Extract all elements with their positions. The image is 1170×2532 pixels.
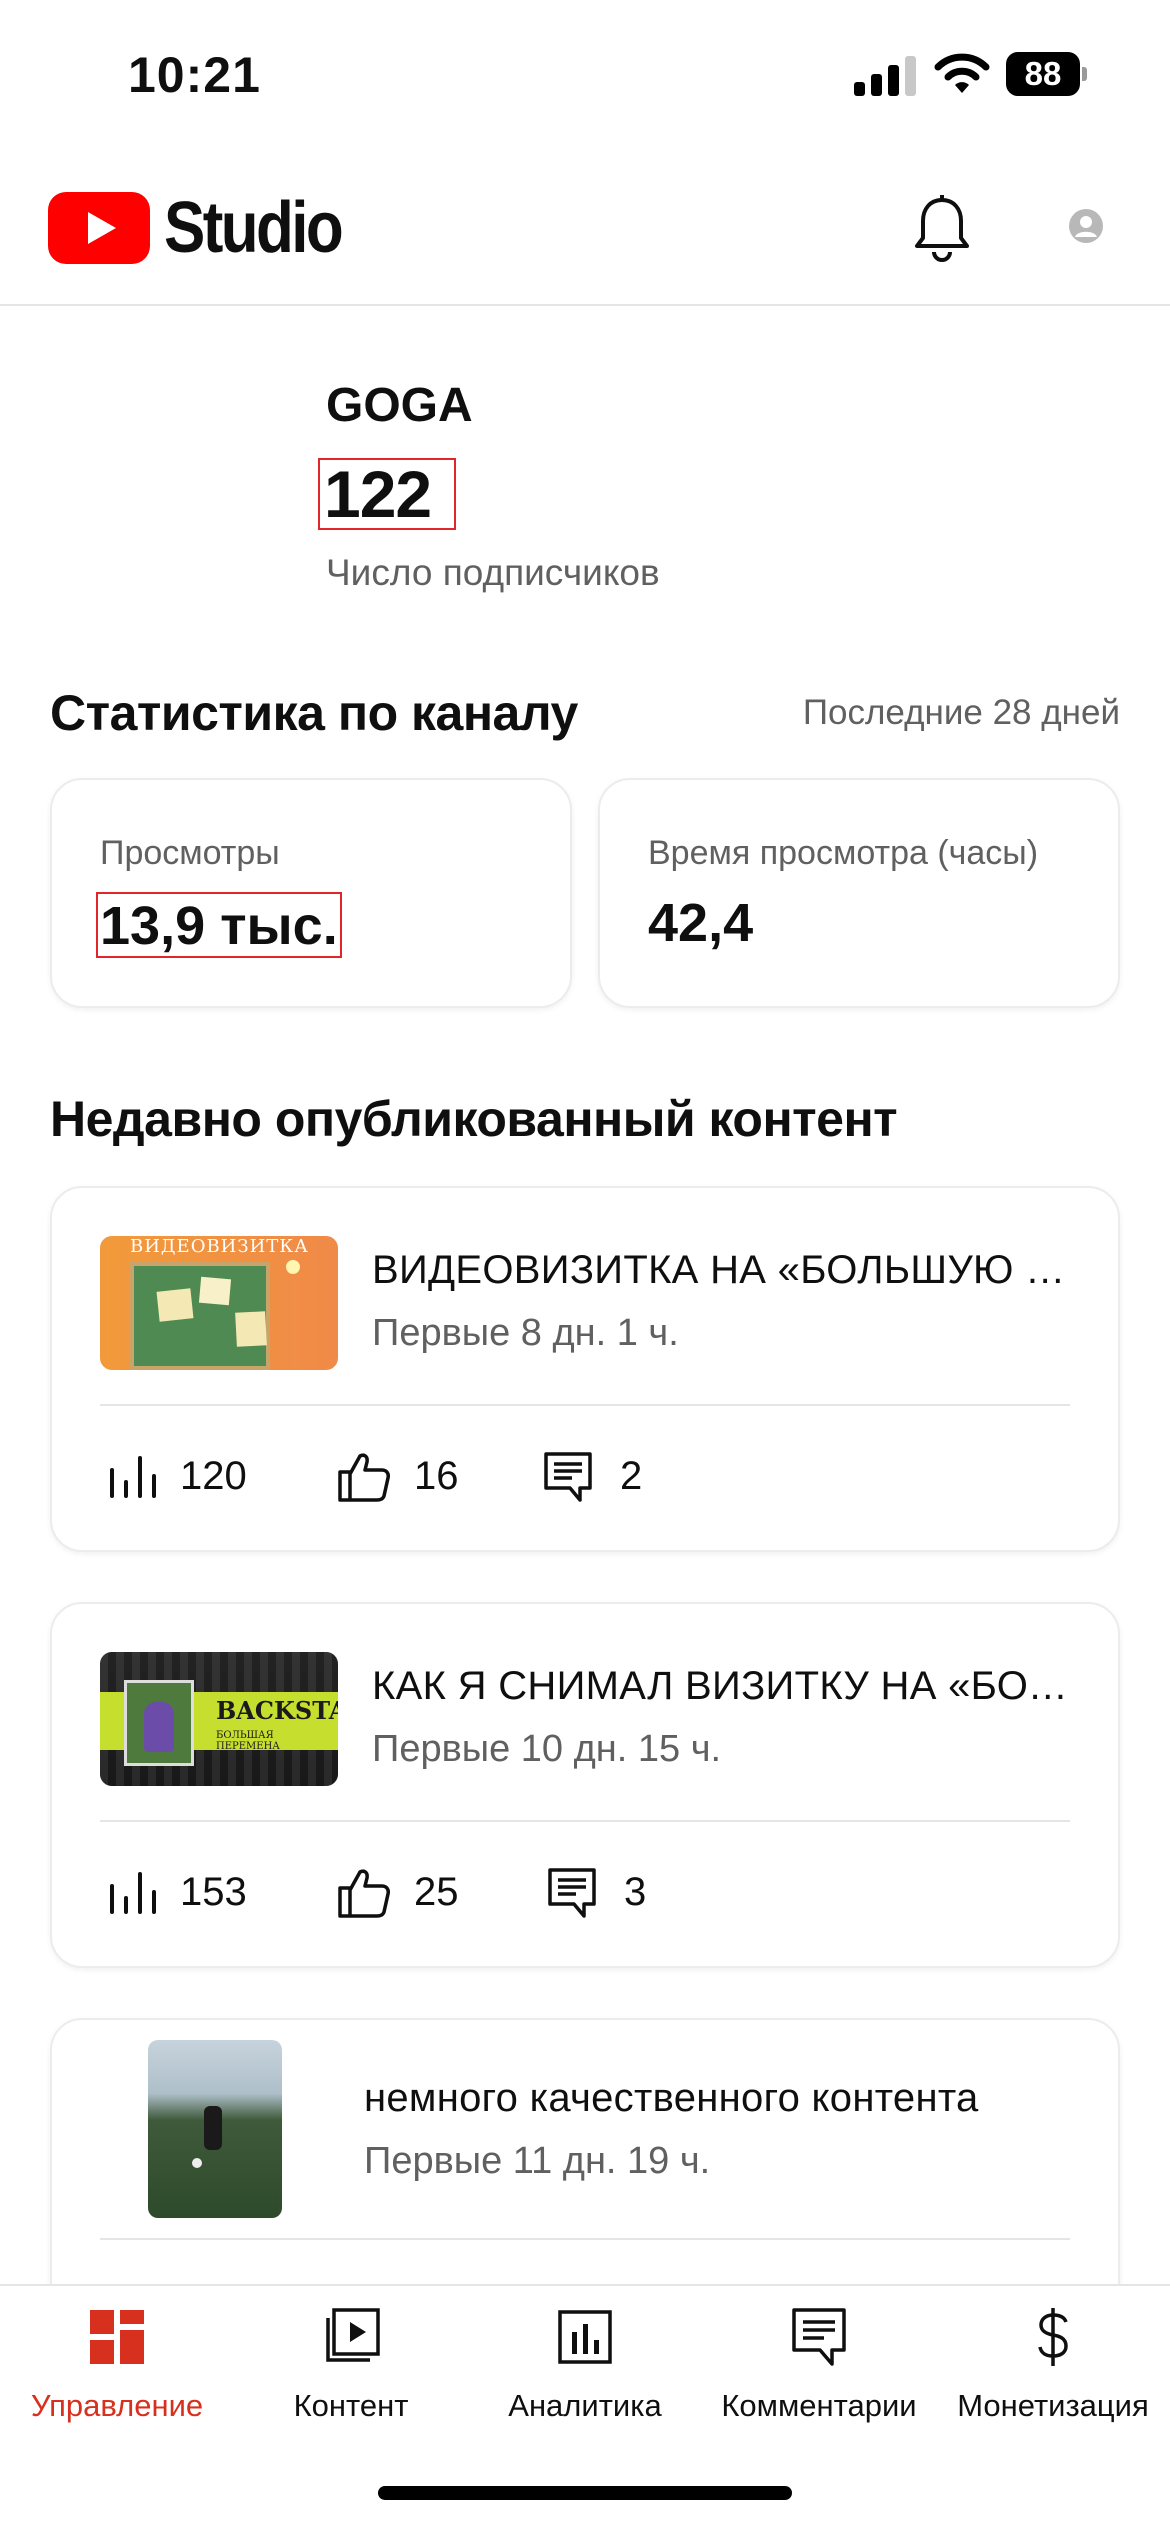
likes-count: 25 bbox=[414, 1869, 459, 1914]
nav-label: Контент bbox=[293, 2388, 409, 2423]
video-title[interactable]: КАК Я СНИМАЛ ВИЗИТКУ НА «БОЛЬШУЮ ПЕРЕМЕН… bbox=[372, 1664, 1072, 1709]
video-title[interactable]: немного качественного контента bbox=[364, 2076, 1064, 2121]
nav-monetization[interactable]: Монетизация bbox=[936, 2306, 1170, 2424]
comment-icon bbox=[548, 1868, 596, 1918]
channel-name: GOGA bbox=[326, 379, 473, 432]
nav-analytics[interactable]: Аналитика bbox=[468, 2306, 702, 2424]
video-age: Первые 10 дн. 15 ч. bbox=[372, 1728, 722, 1770]
dashboard-icon bbox=[90, 2310, 144, 2364]
likes-metric: 25 bbox=[334, 1862, 459, 1922]
comments-count: 3 bbox=[624, 1869, 647, 1914]
stat-card-views[interactable]: Просмотры 13,9 тыс. bbox=[50, 778, 572, 1008]
views-metric: 153 bbox=[100, 1862, 247, 1922]
stat-card-watch-time[interactable]: Время просмотра (часы) 42,4 bbox=[598, 778, 1120, 1008]
divider bbox=[100, 2238, 1070, 2240]
content-icon bbox=[326, 2308, 380, 2362]
youtube-logo-icon bbox=[48, 192, 150, 264]
app-header: Studio bbox=[0, 150, 1170, 306]
nav-label: Аналитика bbox=[508, 2388, 662, 2423]
video-card[interactable]: немного качественного контента Первые 11… bbox=[50, 2018, 1120, 2318]
stat-value: 42,4 bbox=[648, 893, 754, 953]
video-card[interactable]: ВИДЕОВИЗИТКА ВИДЕОВИЗИТКА НА «БОЛЬШУЮ ПЕ… bbox=[50, 1186, 1120, 1552]
views-count: 153 bbox=[180, 1869, 247, 1914]
views-bars-icon bbox=[110, 1456, 156, 1498]
recent-content-title: Недавно опубликованный контент bbox=[50, 1091, 898, 1147]
video-thumbnail[interactable]: ВИДЕОВИЗИТКА bbox=[100, 1236, 338, 1370]
channel-stats-title: Статистика по каналу bbox=[50, 685, 578, 741]
video-age: Первые 11 дн. 19 ч. bbox=[364, 2140, 711, 2182]
battery-icon: 88 bbox=[1006, 52, 1087, 96]
stat-value: 13,9 тыс. bbox=[96, 892, 342, 958]
thumbnail-caption: BACKSTAGE bbox=[216, 1696, 338, 1725]
comments-count: 2 bbox=[620, 1453, 643, 1498]
video-age: Первые 8 дн. 1 ч. bbox=[372, 1312, 679, 1354]
subscriber-count: 122 bbox=[318, 458, 456, 530]
thumbs-up-icon bbox=[338, 1869, 390, 1918]
battery-level: 88 bbox=[1006, 52, 1080, 96]
thumbs-up-icon bbox=[338, 1453, 390, 1502]
likes-metric: 16 bbox=[334, 1446, 459, 1506]
stat-label: Время просмотра (часы) bbox=[648, 834, 1039, 872]
cellular-signal-icon bbox=[854, 54, 916, 96]
comment-icon bbox=[544, 1452, 592, 1502]
thumbnail-subcaption: БОЛЬШАЯ ПЕРЕМЕНА bbox=[216, 1730, 280, 1752]
status-bar: 10:21 88 bbox=[0, 0, 1170, 150]
analytics-icon bbox=[558, 2310, 612, 2364]
notifications-bell-icon[interactable] bbox=[912, 194, 972, 262]
logo-text: Studio bbox=[164, 188, 344, 268]
home-indicator bbox=[378, 2486, 792, 2500]
video-thumbnail[interactable]: BACKSTAGE БОЛЬШАЯ ПЕРЕМЕНА bbox=[100, 1652, 338, 1786]
thumbnail-caption: ВИДЕОВИЗИТКА bbox=[130, 1236, 309, 1257]
comments-icon bbox=[792, 2308, 846, 2366]
nav-dashboard[interactable]: Управление bbox=[0, 2306, 234, 2424]
nav-label: Монетизация bbox=[957, 2388, 1149, 2423]
stats-period: Последние 28 дней bbox=[802, 693, 1120, 732]
views-metric: 120 bbox=[100, 1446, 247, 1506]
nav-label: Управление bbox=[30, 2388, 204, 2423]
likes-count: 16 bbox=[414, 1453, 459, 1498]
nav-label: Комментарии bbox=[721, 2388, 917, 2423]
stat-label: Просмотры bbox=[100, 834, 280, 872]
comments-metric: 2 bbox=[540, 1446, 642, 1506]
youtube-studio-logo[interactable]: Studio bbox=[48, 188, 370, 268]
views-bars-icon bbox=[110, 1872, 156, 1914]
wifi-icon bbox=[934, 53, 990, 93]
nav-content[interactable]: Контент bbox=[234, 2306, 468, 2424]
nav-comments[interactable]: Комментарии bbox=[702, 2306, 936, 2424]
status-time: 10:21 bbox=[128, 47, 261, 103]
views-count: 120 bbox=[180, 1453, 247, 1498]
subscriber-count-label: Число подписчиков bbox=[326, 552, 660, 593]
divider bbox=[100, 1820, 1070, 1822]
monetization-icon bbox=[1038, 2308, 1068, 2366]
account-avatar-icon[interactable] bbox=[1068, 208, 1104, 244]
comments-metric: 3 bbox=[544, 1862, 646, 1922]
video-title[interactable]: ВИДЕОВИЗИТКА НА «БОЛЬШУЮ ПЕРЕМЕНУ» bbox=[372, 1248, 1072, 1293]
video-card[interactable]: BACKSTAGE БОЛЬШАЯ ПЕРЕМЕНА КАК Я СНИМАЛ … bbox=[50, 1602, 1120, 1968]
video-thumbnail[interactable] bbox=[148, 2040, 282, 2218]
divider bbox=[100, 1404, 1070, 1406]
